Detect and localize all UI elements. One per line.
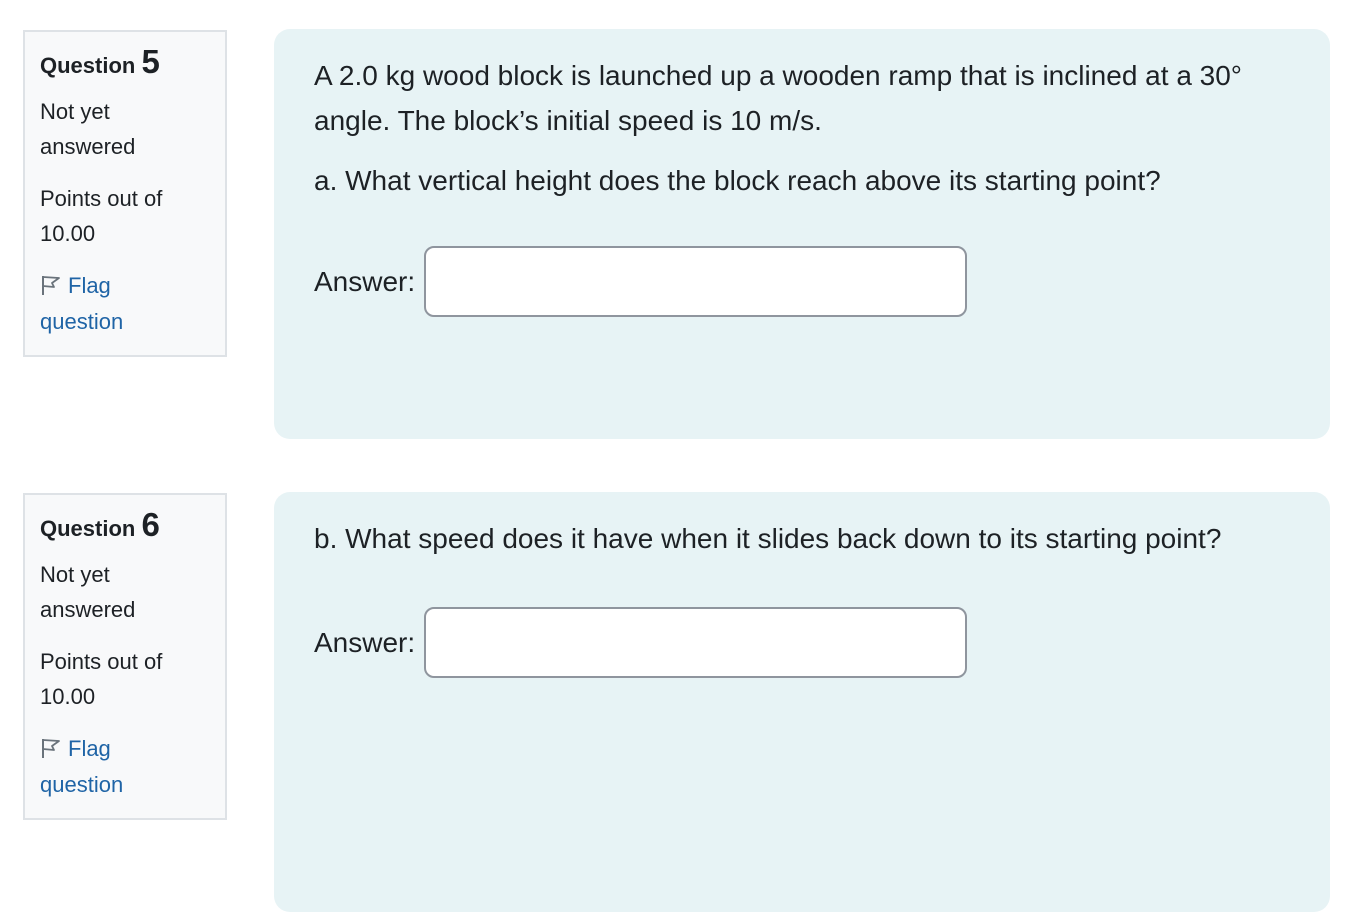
answer-input[interactable] — [424, 607, 968, 678]
answer-label: Answer: — [314, 626, 416, 658]
question-content: A 2.0 kg wood block is launched up a woo… — [274, 29, 1330, 439]
question-paragraph: a. What vertical height does the block r… — [314, 165, 1161, 196]
flag-question-link[interactable]: Flag question — [40, 731, 160, 803]
question-info-panel: Question 5 Not yet answered Points out o… — [23, 30, 227, 357]
question-state: Not yet answered — [40, 99, 136, 159]
question-number: 5 — [141, 43, 160, 80]
answer-input[interactable] — [424, 246, 968, 317]
question-grade: Points out of 10.00 — [40, 649, 163, 709]
question-title-word: Question — [40, 53, 136, 78]
question-content: b. What speed does it have when it slide… — [274, 492, 1330, 912]
answer-row: Answer: — [314, 607, 1290, 678]
question-text: A 2.0 kg wood block is launched up a woo… — [314, 53, 1290, 203]
flag-icon — [42, 739, 60, 758]
answer-row: Answer: — [314, 246, 1290, 317]
question-info-panel: Question 6 Not yet answered Points out o… — [23, 493, 227, 820]
flag-question-link[interactable]: Flag question — [40, 268, 160, 340]
question-paragraph: A 2.0 kg wood block is launched up a woo… — [314, 60, 1243, 136]
flag-icon — [42, 276, 60, 295]
answer-label: Answer: — [314, 265, 416, 297]
question-text: b. What speed does it have when it slide… — [314, 516, 1290, 561]
question-grade: Points out of 10.00 — [40, 186, 163, 246]
question-state: Not yet answered — [40, 562, 136, 622]
question-paragraph: b. What speed does it have when it slide… — [314, 523, 1222, 554]
question-title: Question 6 — [40, 508, 225, 543]
question-title: Question 5 — [40, 45, 225, 80]
question-number: 6 — [141, 506, 160, 543]
question-title-word: Question — [40, 516, 136, 541]
